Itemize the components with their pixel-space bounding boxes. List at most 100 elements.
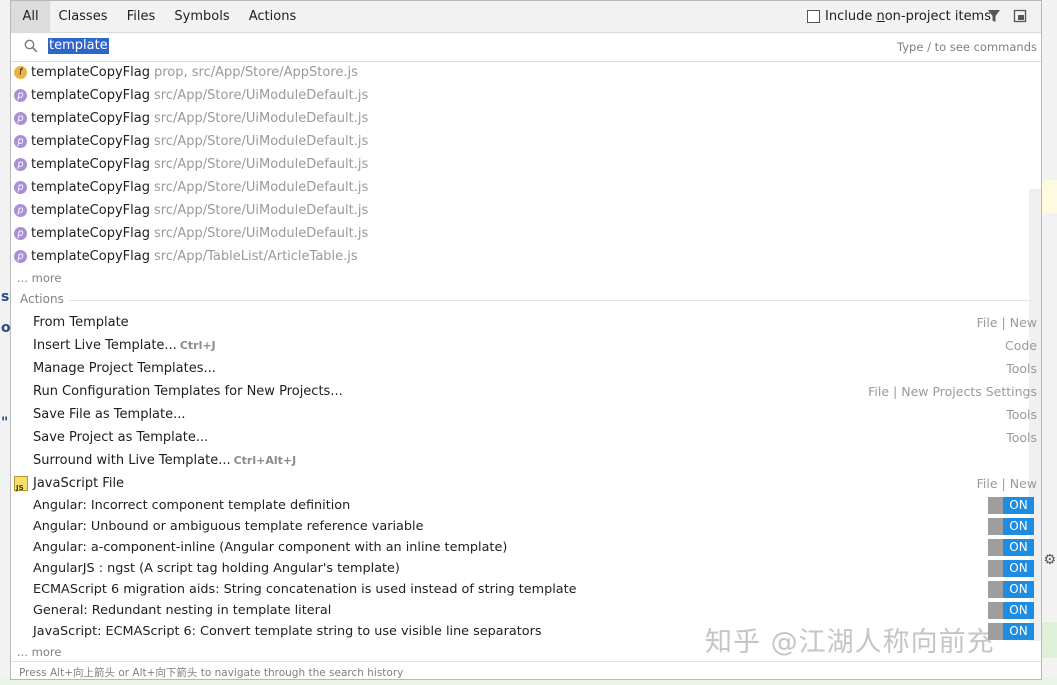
action-label: Insert Live Template... Ctrl+J	[33, 334, 216, 357]
action-category: Tools	[1006, 430, 1037, 445]
inspection-row[interactable]: AngularJS : ngst (A script tag holding A…	[11, 558, 1041, 579]
action-label-text: Manage Project Templates...	[33, 361, 216, 376]
symbol-path: src/App/Store/UiModuleDefault.js	[153, 203, 369, 218]
inspection-row[interactable]: ECMAScript 6 migration aids: String conc…	[11, 579, 1041, 600]
tab-actions[interactable]: Actions	[245, 1, 300, 32]
property-icon: p	[14, 250, 27, 263]
tab-classes[interactable]: Classes	[54, 1, 112, 32]
toggle-knob	[988, 539, 1003, 556]
editor-highlight-band	[1042, 180, 1057, 213]
editor-right-background: ⚙	[1042, 0, 1057, 685]
inspection-row[interactable]: General: Redundant nesting in template l…	[11, 600, 1041, 621]
symbol-name: templateCopyFlag src/App/Store/UiModuleDe…	[31, 176, 368, 199]
action-row[interactable]: Insert Live Template... Ctrl+J Code	[11, 334, 1041, 357]
action-row[interactable]: Save Project as Template... Tools	[11, 426, 1041, 449]
property-icon: p	[14, 158, 27, 171]
include-non-project-checkbox[interactable]: Include non-project items	[807, 8, 991, 24]
gear-icon[interactable]: ⚙	[1043, 552, 1056, 568]
action-row[interactable]: Save File as Template... Tools	[11, 403, 1041, 426]
toggle-state: ON	[1003, 581, 1034, 598]
inspection-row[interactable]: Angular: a-component-inline (Angular com…	[11, 537, 1041, 558]
action-label: Save Project as Template...	[33, 426, 208, 449]
action-row[interactable]: Surround with Live Template... Ctrl+Alt+J	[11, 449, 1041, 472]
open-in-window-icon[interactable]	[1013, 9, 1027, 23]
tab-all[interactable]: All	[11, 1, 50, 32]
symbol-result-row[interactable]: p templateCopyFlag src/App/TableList/Artic…	[11, 245, 1033, 268]
inspection-label: General: Redundant nesting in template l…	[33, 603, 332, 618]
action-row[interactable]: Run Configuration Templates for New Proj…	[11, 380, 1041, 403]
action-label: From Template	[33, 311, 129, 334]
inspection-toggle[interactable]: ON	[988, 560, 1034, 577]
editor-text-fragment: s	[1, 289, 10, 305]
property-icon: p	[14, 181, 27, 194]
search-input[interactable]: template	[48, 38, 109, 54]
action-category: File | New	[976, 315, 1037, 330]
action-row[interactable]: Manage Project Templates... Tools	[11, 357, 1041, 380]
more-actions-link[interactable]: ... more	[17, 645, 61, 659]
inspection-toggle[interactable]: ON	[988, 518, 1034, 535]
inspection-row[interactable]: Angular: Incorrect component template de…	[11, 495, 1041, 516]
filter-icon[interactable]	[987, 9, 1001, 23]
symbol-name-text: templateCopyFlag	[31, 134, 150, 149]
inspection-toggle[interactable]: ON	[988, 497, 1034, 514]
include-non-project-label: Include non-project items	[825, 8, 991, 24]
symbol-name-text: templateCopyFlag	[31, 249, 150, 264]
inspection-label: ECMAScript 6 migration aids: String conc…	[33, 582, 577, 597]
symbol-path: src/App/Store/UiModuleDefault.js	[153, 111, 369, 126]
inspection-toggle[interactable]: ON	[988, 581, 1034, 598]
tab-symbols[interactable]: Symbols	[172, 1, 232, 32]
action-label-text: Save File as Template...	[33, 407, 186, 422]
search-hint: Type / to see commands	[897, 40, 1037, 54]
function-icon: f	[14, 66, 27, 79]
symbol-name: templateCopyFlag src/App/TableList/Articl…	[31, 245, 358, 268]
section-divider	[69, 300, 1033, 301]
symbol-result-row[interactable]: p templateCopyFlag src/App/Store/UiModuleD…	[11, 176, 1033, 199]
action-shortcut: Ctrl+Alt+J	[233, 454, 297, 467]
property-icon: p	[14, 135, 27, 148]
symbol-path: src/App/TableList/ArticleTable.js	[153, 249, 358, 264]
toggle-state: ON	[1003, 539, 1034, 556]
action-label-text: Surround with Live Template...	[33, 453, 231, 468]
js-file-icon: JS	[14, 476, 28, 492]
action-row[interactable]: From Template File | New	[11, 311, 1041, 334]
symbol-path: src/App/Store/UiModuleDefault.js	[153, 226, 369, 241]
inspection-label: Angular: Incorrect component template de…	[33, 498, 351, 513]
symbol-result-row[interactable]: p templateCopyFlag src/App/Store/UiModuleD…	[11, 153, 1033, 176]
more-symbols-link[interactable]: ... more	[17, 271, 61, 285]
action-category: Code	[1004, 338, 1037, 353]
action-label-text: Insert Live Template...	[33, 338, 177, 353]
action-row[interactable]: JS JavaScript File File | New	[11, 472, 1041, 495]
action-label: JavaScript File	[33, 472, 124, 495]
action-label-text: JavaScript File	[33, 476, 125, 491]
symbol-name: templateCopyFlag src/App/Store/UiModuleDe…	[31, 107, 368, 130]
symbol-name-text: templateCopyFlag	[31, 88, 150, 103]
toggle-knob	[988, 602, 1003, 619]
symbol-name: templateCopyFlag prop, src/App/Store/AppS…	[31, 61, 358, 84]
symbol-result-row[interactable]: p templateCopyFlag src/App/Store/UiModuleD…	[11, 84, 1033, 107]
toggle-knob	[988, 497, 1003, 514]
toggle-knob	[988, 560, 1003, 577]
tab-files[interactable]: Files	[121, 1, 161, 32]
symbol-result-row[interactable]: p templateCopyFlag src/App/Store/UiModuleD…	[11, 130, 1033, 153]
inspection-toggle[interactable]: ON	[988, 602, 1034, 619]
inspection-label: AngularJS : ngst (A script tag holding A…	[33, 561, 400, 576]
symbol-result-row[interactable]: f templateCopyFlag prop, src/App/Store/App…	[11, 61, 1033, 84]
symbol-path: src/App/Store/UiModuleDefault.js	[153, 180, 369, 195]
symbol-result-row[interactable]: p templateCopyFlag src/App/Store/UiModuleD…	[11, 107, 1033, 130]
property-icon: p	[14, 112, 27, 125]
action-label-text: Save Project as Template...	[33, 430, 209, 445]
inspection-row[interactable]: Angular: Unbound or ambiguous template r…	[11, 516, 1041, 537]
checkbox-icon[interactable]	[807, 9, 820, 23]
toggle-knob	[988, 518, 1003, 535]
inspection-toggle[interactable]: ON	[988, 539, 1034, 556]
watermark: 知乎 @江湖人称向前充	[705, 627, 995, 658]
symbol-result-row[interactable]: p templateCopyFlag src/App/Store/UiModuleD…	[11, 222, 1033, 245]
property-icon: p	[14, 227, 27, 240]
action-label: Manage Project Templates...	[33, 357, 216, 380]
inspection-toggle[interactable]: ON	[988, 623, 1034, 640]
toggle-state: ON	[1003, 623, 1034, 640]
action-label: Save File as Template...	[33, 403, 186, 426]
symbol-result-row[interactable]: p templateCopyFlag src/App/Store/UiModuleD…	[11, 199, 1033, 222]
inspection-label: JavaScript: ECMAScript 6: Convert templa…	[33, 624, 542, 639]
symbol-path: src/App/Store/UiModuleDefault.js	[153, 88, 369, 103]
